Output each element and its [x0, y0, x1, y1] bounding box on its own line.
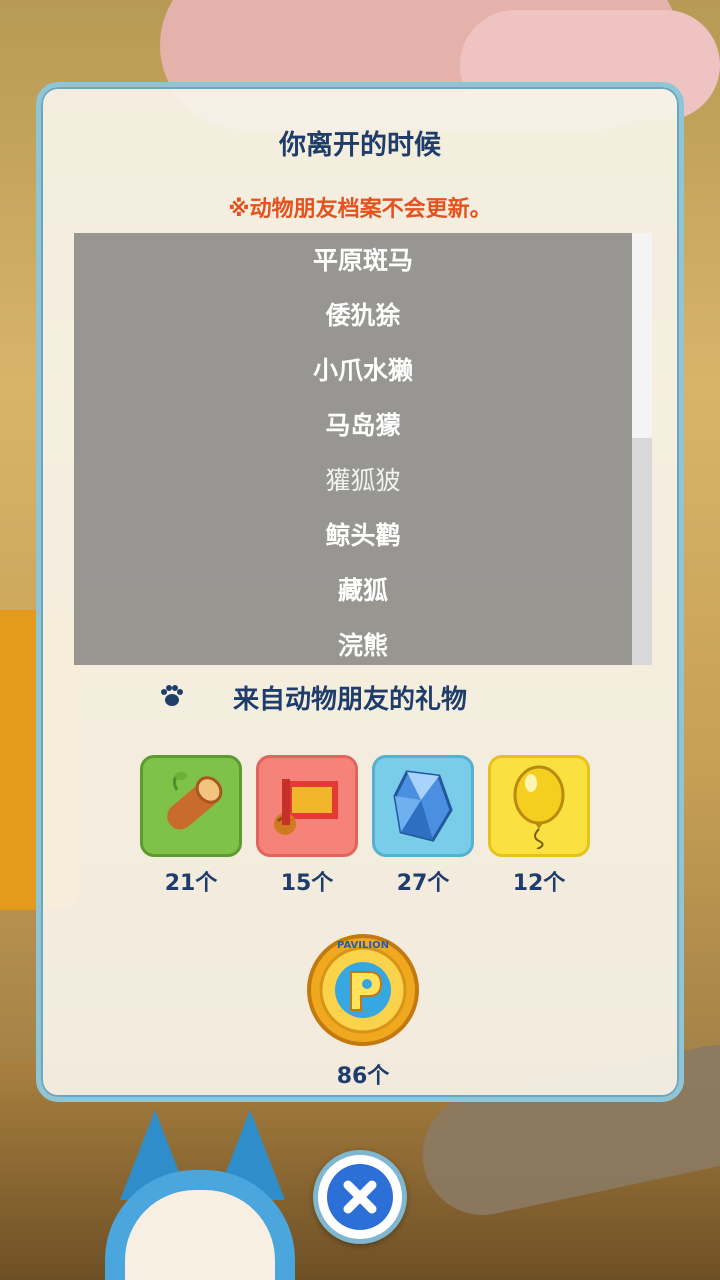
gift-count: 27个	[396, 871, 450, 896]
gift-tile	[372, 755, 474, 857]
gift-tile	[488, 755, 590, 857]
gift-count: 12个	[512, 871, 566, 896]
paw-icon	[161, 685, 183, 706]
pavilion-coin-icon: PAVILION	[307, 934, 419, 1046]
list-item: 獾狐狓	[325, 466, 401, 495]
list-item: 藏狐	[337, 576, 388, 605]
gift-count: 21个	[164, 871, 218, 896]
coin-count: 86个	[336, 1064, 390, 1089]
notice-text: ※动物朋友档案不会更新。	[228, 197, 492, 222]
away-report-dialog: 你离开的时候 ※动物朋友档案不会更新。 平原斑马倭犰狳小爪水獭马岛獴獾狐狓鲸头鹳…	[36, 82, 684, 1102]
gift-item-scroll: 15个	[256, 755, 358, 897]
gift-count: 15个	[280, 871, 334, 896]
crystal-icon	[393, 770, 453, 842]
list-scrollbar[interactable]	[632, 233, 652, 665]
gift-header: 来自动物朋友的礼物	[41, 677, 679, 717]
gift-row: 21个 15个 27个 12个	[140, 755, 590, 897]
list-item: 浣熊	[337, 631, 388, 660]
balloon-icon	[513, 765, 565, 849]
gift-item-wood: 21个	[140, 755, 242, 897]
wood-log-icon	[167, 772, 223, 830]
gift-item-coin: PAVILION 86个	[305, 932, 421, 1090]
dialog-title: 你离开的时候	[279, 130, 441, 161]
animal-list[interactable]: 平原斑马倭犰狳小爪水獭马岛獴獾狐狓鲸头鹳藏狐浣熊	[74, 233, 652, 665]
close-icon	[327, 1164, 393, 1230]
red-scroll-icon	[274, 779, 338, 835]
gift-item-crystal: 27个	[372, 755, 474, 897]
close-button[interactable]	[313, 1150, 407, 1244]
svg-text:PAVILION: PAVILION	[337, 940, 389, 951]
list-scroll-thumb[interactable]	[632, 233, 652, 438]
list-item: 鲸头鹳	[325, 521, 401, 550]
list-item: 平原斑马	[312, 246, 413, 275]
list-item: 倭犰狳	[325, 301, 401, 330]
list-item: 马岛獴	[325, 411, 401, 440]
gift-title: 来自动物朋友的礼物	[233, 685, 468, 715]
gift-item-balloon: 12个	[488, 755, 590, 897]
gift-tile	[256, 755, 358, 857]
background-mascot	[105, 1110, 295, 1280]
gift-tile	[140, 755, 242, 857]
list-item: 小爪水獭	[312, 356, 413, 385]
